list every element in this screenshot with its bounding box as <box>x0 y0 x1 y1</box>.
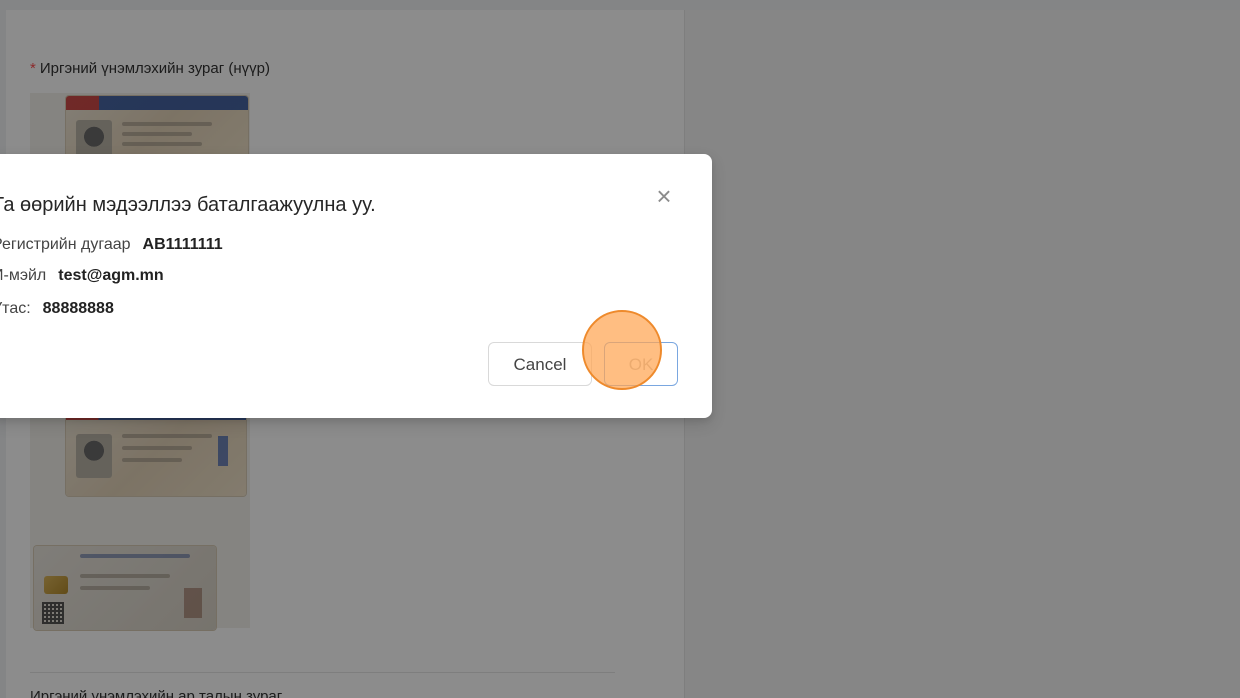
email-row: И-мэйл test@agm.mn <box>0 267 164 285</box>
phone-label: Утас: <box>0 300 31 317</box>
modal-title: Та өөрийн мэдээллээ баталгаажуулна уу. <box>0 194 376 216</box>
register-number-label: Регистрийн дугаар <box>0 236 131 253</box>
phone-row: Утас: 88888888 <box>0 300 114 318</box>
email-value: test@agm.mn <box>58 267 164 284</box>
register-number-value: АВ1111111 <box>142 236 223 253</box>
ok-button[interactable]: OK <box>604 342 678 386</box>
close-icon[interactable]: × <box>652 183 676 209</box>
register-number-row: Регистрийн дугаар АВ1111111 <box>0 236 223 254</box>
cancel-button[interactable]: Cancel <box>488 342 592 386</box>
phone-value: 88888888 <box>42 300 114 317</box>
confirm-modal: Та өөрийн мэдээллээ баталгаажуулна уу. ×… <box>0 154 712 418</box>
email-label: И-мэйл <box>0 267 47 284</box>
